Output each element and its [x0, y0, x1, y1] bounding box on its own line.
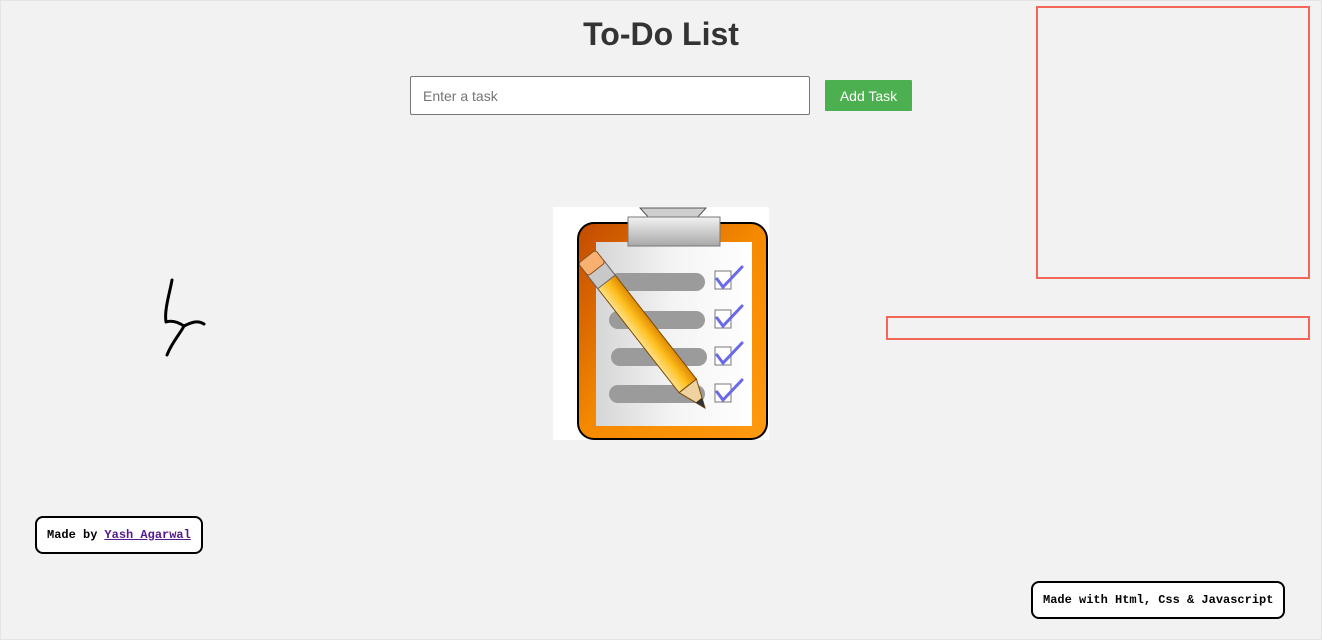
tech-stack-label: Made with Html, Css & Javascript [1043, 593, 1274, 607]
clipboard-checklist-icon [553, 207, 769, 440]
squiggle-drawing [164, 278, 206, 357]
outlined-bar [886, 316, 1310, 340]
add-task-button[interactable]: Add Task [825, 80, 912, 111]
outlined-panel [1036, 6, 1310, 279]
author-link[interactable]: Yash Agarwal [104, 528, 190, 542]
task-input[interactable] [410, 76, 810, 115]
made-by-label: Made by [47, 528, 98, 542]
made-by-badge: Made by Yash Agarwal [35, 516, 203, 554]
tech-stack-badge: Made with Html, Css & Javascript [1031, 581, 1286, 619]
